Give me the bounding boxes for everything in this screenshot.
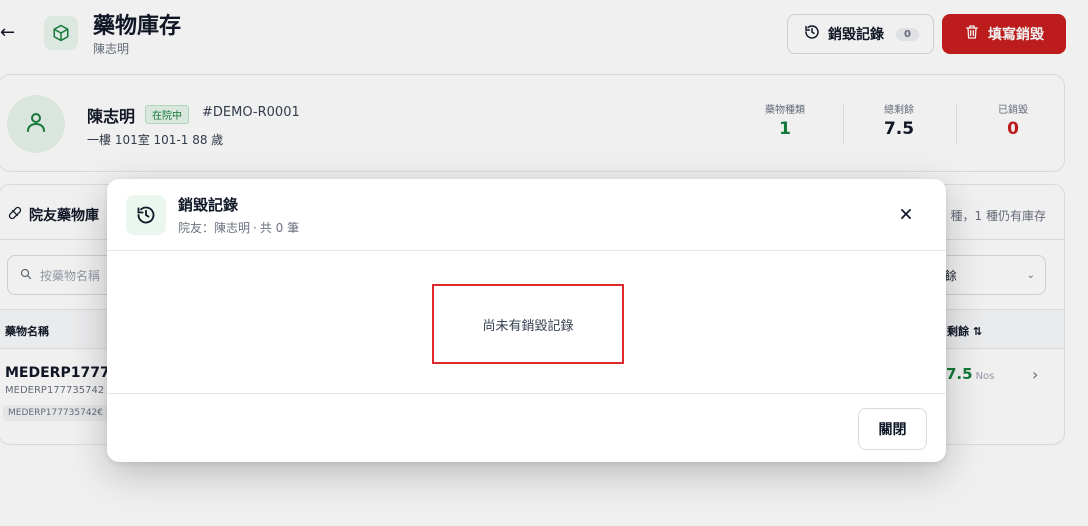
- modal-subtitle-count: 共 0 筆: [259, 221, 300, 235]
- modal-header: 銷毀記錄 院友：陳志明 · 共 0 筆: [107, 179, 946, 251]
- modal-title: 銷毀記錄: [178, 196, 239, 214]
- modal-subtitle-separator: ·: [253, 221, 257, 235]
- destruction-history-modal: 銷毀記錄 院友：陳志明 · 共 0 筆 尚未有銷毀記錄 關閉: [107, 179, 946, 462]
- empty-state-text: 尚未有銷毀記錄: [482, 318, 574, 334]
- modal-close-button[interactable]: [892, 201, 920, 229]
- close-icon: [899, 206, 913, 225]
- modal-footer: 關閉: [107, 393, 946, 462]
- empty-state-highlight: 尚未有銷毀記錄: [432, 284, 624, 364]
- modal-subtitle-resident: 院友：陳志明: [178, 221, 251, 235]
- close-button[interactable]: 關閉: [858, 408, 927, 450]
- modal-body: 尚未有銷毀記錄: [107, 251, 946, 393]
- modal-subtitle: 院友：陳志明 · 共 0 筆: [178, 219, 299, 236]
- history-icon: [126, 195, 166, 235]
